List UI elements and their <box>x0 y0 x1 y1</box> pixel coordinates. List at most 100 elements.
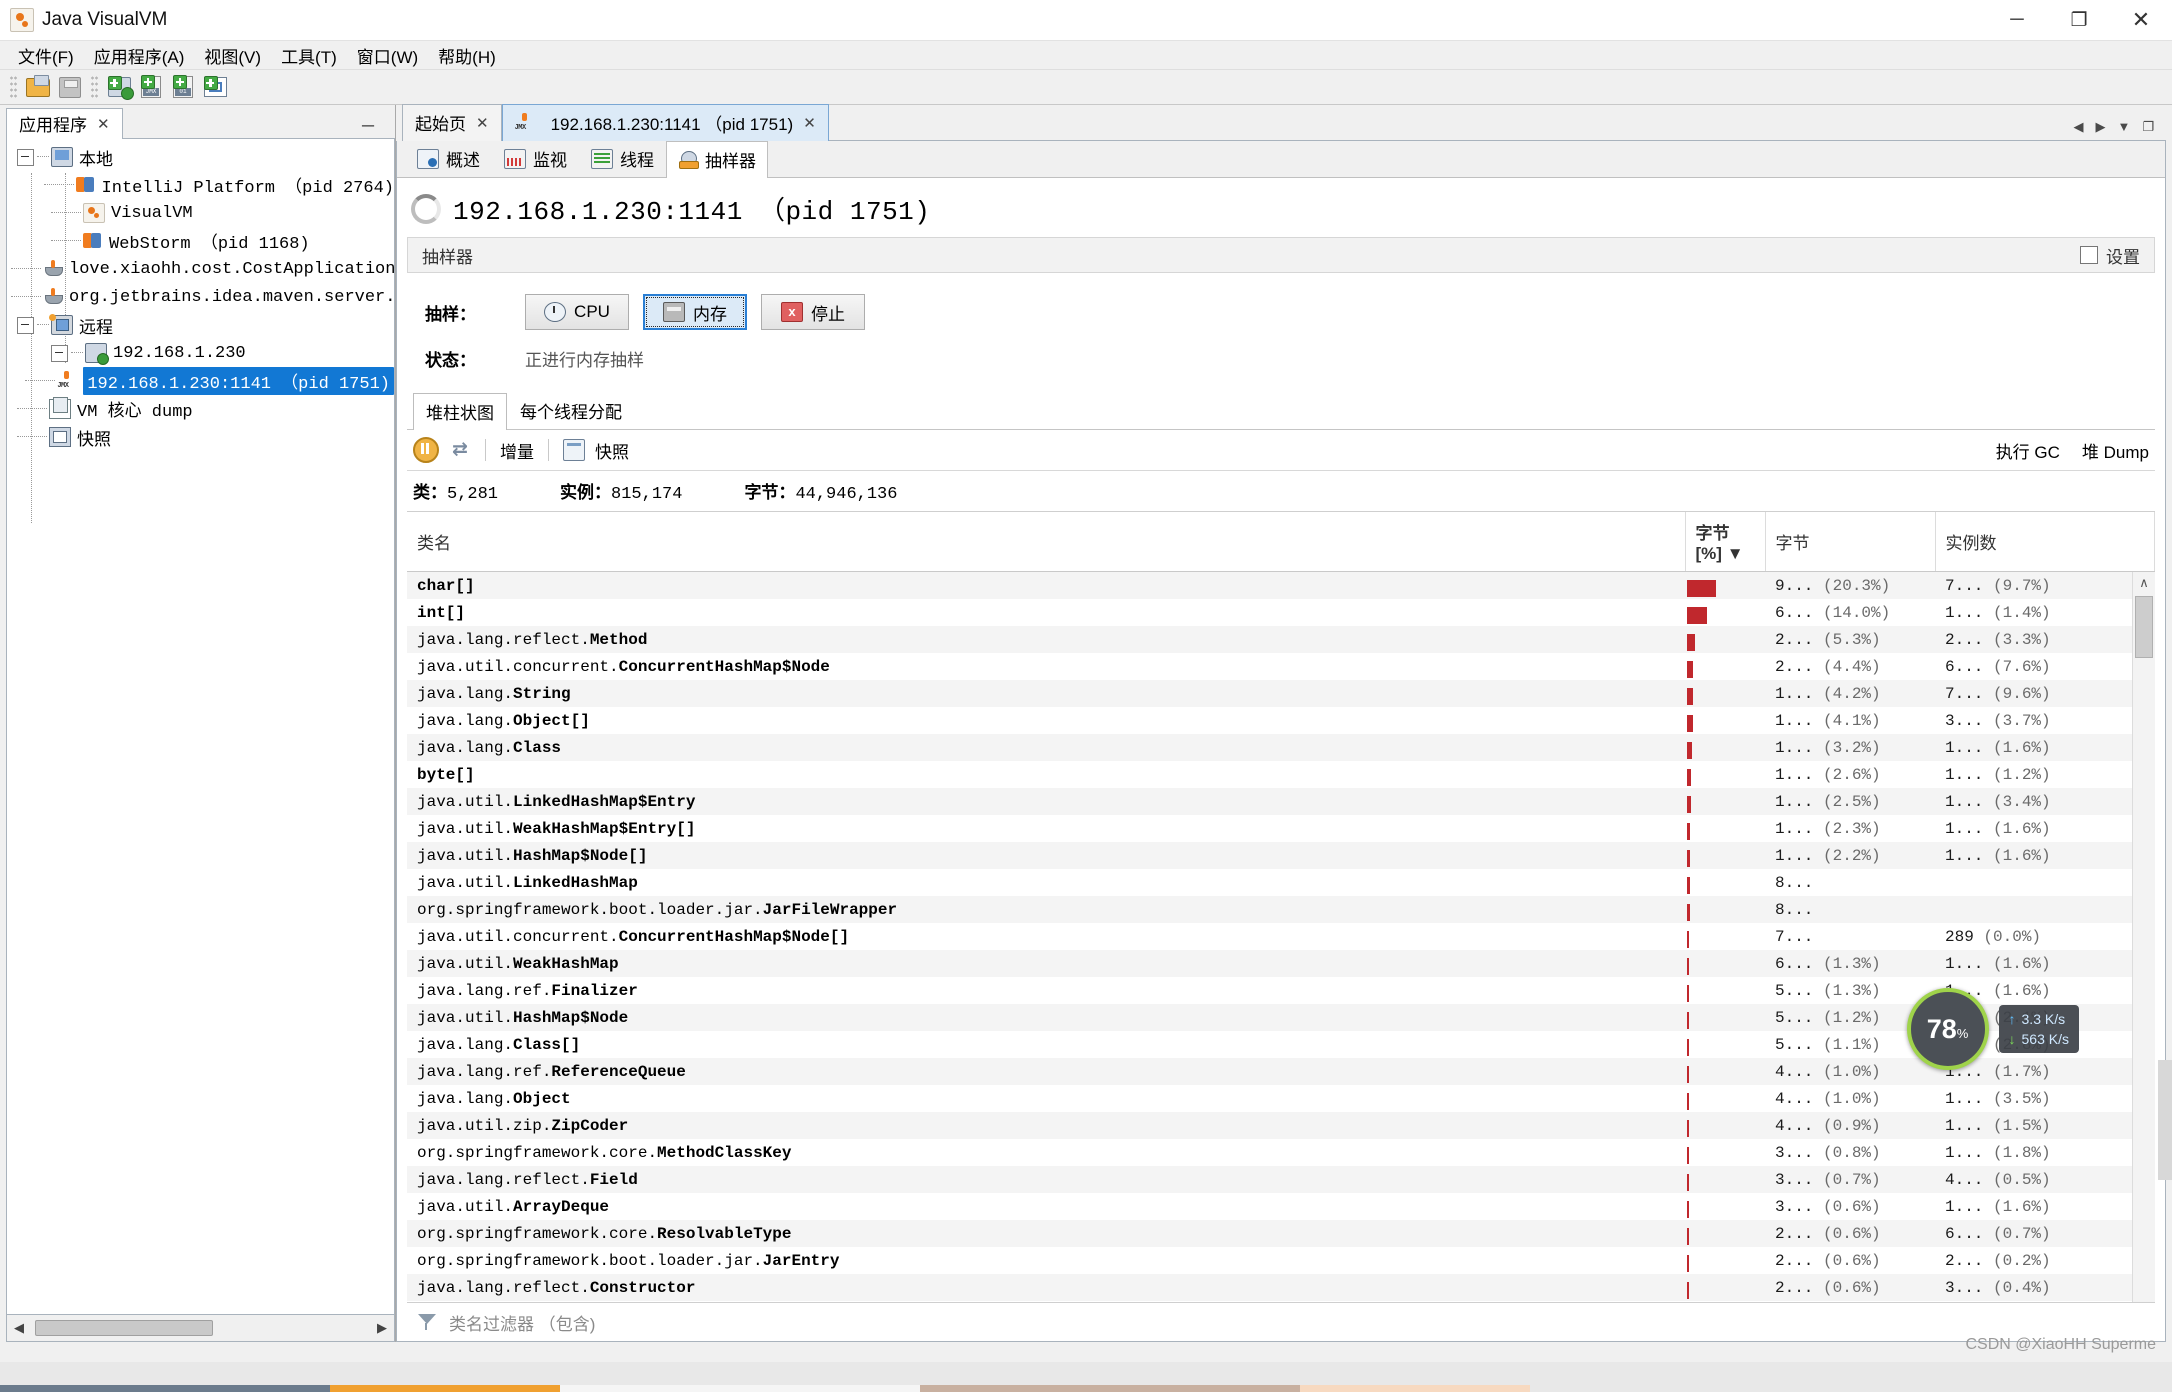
table-row[interactable]: org.springframework.boot.loader.jar.JarE… <box>407 1247 2155 1274</box>
table-row[interactable]: java.lang.Class[]5... (1.1%)2... (2.8%) <box>407 1031 2155 1058</box>
heap-dump-button[interactable]: 堆 Dump <box>2076 436 2155 465</box>
table-row[interactable]: java.util.zip.ZipCoder4... (0.9%)1... (1… <box>407 1112 2155 1139</box>
add-jmx-connection-button[interactable]: JMX <box>136 73 166 101</box>
settings-toggle[interactable]: 设置 <box>2080 243 2140 268</box>
perform-gc-button[interactable]: 执行 GC <box>1990 436 2066 465</box>
delta-button[interactable]: 增量 <box>500 438 534 463</box>
scroll-up-icon[interactable]: ∧ <box>2139 572 2149 594</box>
close-button[interactable]: ✕ <box>2110 0 2172 40</box>
menu-tools[interactable]: 工具(T) <box>271 41 347 70</box>
table-row[interactable]: java.lang.reflect.Field3... (0.7%)4... (… <box>407 1166 2155 1193</box>
close-icon[interactable]: ✕ <box>803 114 816 132</box>
table-row[interactable]: java.util.concurrent.ConcurrentHashMap$N… <box>407 923 2155 950</box>
table-row[interactable]: java.lang.ref.Finalizer5... (1.3%)1... (… <box>407 977 2155 1004</box>
menu-view[interactable]: 视图(V) <box>194 41 271 70</box>
menu-window[interactable]: 窗口(W) <box>347 41 428 70</box>
heap-table-v-scrollbar[interactable]: ∧ <box>2132 572 2155 1302</box>
table-row[interactable]: java.util.concurrent.ConcurrentHashMap$N… <box>407 653 2155 680</box>
next-tab-button[interactable]: ▶ <box>2095 119 2105 135</box>
tree-expander-icon[interactable] <box>17 149 34 166</box>
tree-item[interactable]: 快照 <box>7 423 394 451</box>
table-row[interactable]: org.springframework.core.MethodClassKey3… <box>407 1139 2155 1166</box>
table-row[interactable]: java.lang.Object4... (1.0%)1... (3.5%) <box>407 1085 2155 1112</box>
scroll-right-icon[interactable]: ▶ <box>370 1316 394 1340</box>
scroll-left-icon[interactable]: ◀ <box>7 1316 31 1340</box>
column-bytes-percent-bar[interactable]: 字节 [%] ▼ <box>1685 512 1765 572</box>
add-vm-coredump-button[interactable]: 01 <box>168 73 198 101</box>
table-row[interactable]: java.lang.reflect.Method2... (5.3%)2... … <box>407 626 2155 653</box>
prev-tab-button[interactable]: ◀ <box>2073 119 2083 135</box>
applications-h-scrollbar[interactable]: ◀ ▶ <box>6 1315 395 1342</box>
table-row[interactable]: java.util.HashMap$Node5... (1.2%)1... (2… <box>407 1004 2155 1031</box>
tab-start-page[interactable]: 起始页 ✕ <box>402 104 502 141</box>
save-button[interactable] <box>55 73 85 101</box>
add-remote-host-button[interactable] <box>104 73 134 101</box>
snapshot-button[interactable]: 快照 <box>595 438 629 463</box>
refresh-icon[interactable]: ⇄ <box>449 439 471 461</box>
close-icon[interactable]: ✕ <box>476 114 489 132</box>
applications-tree[interactable]: 本地IntelliJ Platform （pid 2764)VisualVMWe… <box>6 139 395 1315</box>
network-monitor-widget[interactable]: 78% ↑ 3.3 K/s ↓ 563 K/s <box>1907 988 2079 1070</box>
tab-overview[interactable]: 概述 <box>405 141 492 177</box>
add-snapshot-button[interactable] <box>200 73 230 101</box>
table-row[interactable]: java.util.WeakHashMap$Entry[]1... (2.3%)… <box>407 815 2155 842</box>
maximize-document-button[interactable]: ❐ <box>2142 119 2154 135</box>
minimize-button[interactable]: ─ <box>1986 0 2048 40</box>
table-row[interactable]: java.util.LinkedHashMap$Entry1... (2.5%)… <box>407 788 2155 815</box>
tree-item[interactable]: 远程 <box>7 311 394 339</box>
filter-icon[interactable] <box>417 1312 439 1332</box>
tab-per-thread-allocations[interactable]: 每个线程分配 <box>507 392 635 429</box>
applications-tab[interactable]: 应用程序 ✕ <box>6 108 123 139</box>
table-row[interactable]: java.util.WeakHashMap6... (1.3%)1... (1.… <box>407 950 2155 977</box>
tab-monitor[interactable]: 监视 <box>492 141 579 177</box>
open-file-button[interactable] <box>23 73 53 101</box>
menu-help[interactable]: 帮助(H) <box>428 41 506 70</box>
table-row[interactable]: char[]9... (20.3%)7... (9.7%) <box>407 572 2155 599</box>
menu-applications[interactable]: 应用程序(A) <box>84 41 195 70</box>
heap-table-body-scroll[interactable]: char[]9... (20.3%)7... (9.7%)int[]6... (… <box>407 572 2155 1302</box>
tree-item[interactable]: WebStorm （pid 1168) <box>7 227 394 255</box>
settings-checkbox[interactable] <box>2080 246 2098 264</box>
column-class-name[interactable]: 类名 <box>407 512 1685 572</box>
tree-item[interactable]: 192.168.1.230:1141 （pid 1751) <box>7 367 394 395</box>
close-icon[interactable]: ✕ <box>97 115 110 133</box>
snapshot-icon[interactable] <box>563 439 585 461</box>
tree-item[interactable]: 192.168.1.230 <box>7 339 394 367</box>
tree-item[interactable]: 本地 <box>7 143 394 171</box>
table-row[interactable]: java.util.HashMap$Node[]1... (2.2%)1... … <box>407 842 2155 869</box>
v-scroll-thumb[interactable] <box>2135 596 2153 658</box>
tree-item[interactable]: IntelliJ Platform （pid 2764) <box>7 171 394 199</box>
h-scroll-thumb[interactable] <box>35 1320 213 1336</box>
table-row[interactable]: org.springframework.boot.loader.jar.JarF… <box>407 896 2155 923</box>
table-row[interactable]: java.lang.String1... (4.2%)7... (9.6%) <box>407 680 2155 707</box>
cpu-sampling-button[interactable]: CPU <box>525 294 629 330</box>
column-instances[interactable]: 实例数 <box>1935 512 2155 572</box>
tree-item[interactable]: love.xiaohh.cost.CostApplication ( <box>7 255 394 283</box>
tab-sampler[interactable]: 抽样器 <box>666 141 768 178</box>
table-row[interactable]: java.lang.ref.ReferenceQueue4... (1.0%)1… <box>407 1058 2155 1085</box>
tab-heap-histogram[interactable]: 堆柱状图 <box>413 393 507 430</box>
tree-expander-icon[interactable] <box>17 317 34 334</box>
tree-item[interactable]: VisualVM <box>7 199 394 227</box>
table-row[interactable]: java.lang.reflect.Constructor2... (0.6%)… <box>407 1274 2155 1301</box>
table-row[interactable]: org.springframework.core.ResolvableType2… <box>407 1220 2155 1247</box>
pause-icon[interactable] <box>413 437 439 463</box>
maximize-button[interactable]: ❐ <box>2048 0 2110 40</box>
tab-list-button[interactable]: ▼ <box>2117 119 2130 134</box>
table-row[interactable]: int[]6... (14.0%)1... (1.4%) <box>407 599 2155 626</box>
tab-jmx-connection[interactable]: 192.168.1.230:1141 （pid 1751) ✕ <box>502 104 829 141</box>
menu-file[interactable]: 文件(F) <box>8 41 84 70</box>
table-row[interactable]: java.util.ArrayDeque3... (0.6%)1... (1.6… <box>407 1193 2155 1220</box>
table-row[interactable]: java.lang.Class1... (3.2%)1... (1.6%) <box>407 734 2155 761</box>
memory-sampling-button[interactable]: 内存 <box>643 294 747 330</box>
column-bytes[interactable]: 字节 <box>1765 512 1935 572</box>
tree-item[interactable]: VM 核心 dump <box>7 395 394 423</box>
table-row[interactable]: byte[]1... (2.6%)1... (1.2%) <box>407 761 2155 788</box>
minimize-panel-button[interactable]: ─ <box>355 116 381 136</box>
table-row[interactable]: java.lang.Object[]1... (4.1%)3... (3.7%) <box>407 707 2155 734</box>
class-name-filter[interactable]: 类名过滤器 （包含) <box>407 1302 2155 1341</box>
tree-expander-icon[interactable] <box>51 345 68 362</box>
tab-threads[interactable]: 线程 <box>579 141 666 177</box>
table-row[interactable]: java.util.LinkedHashMap8... <box>407 869 2155 896</box>
stop-sampling-button[interactable]: x 停止 <box>761 294 865 330</box>
